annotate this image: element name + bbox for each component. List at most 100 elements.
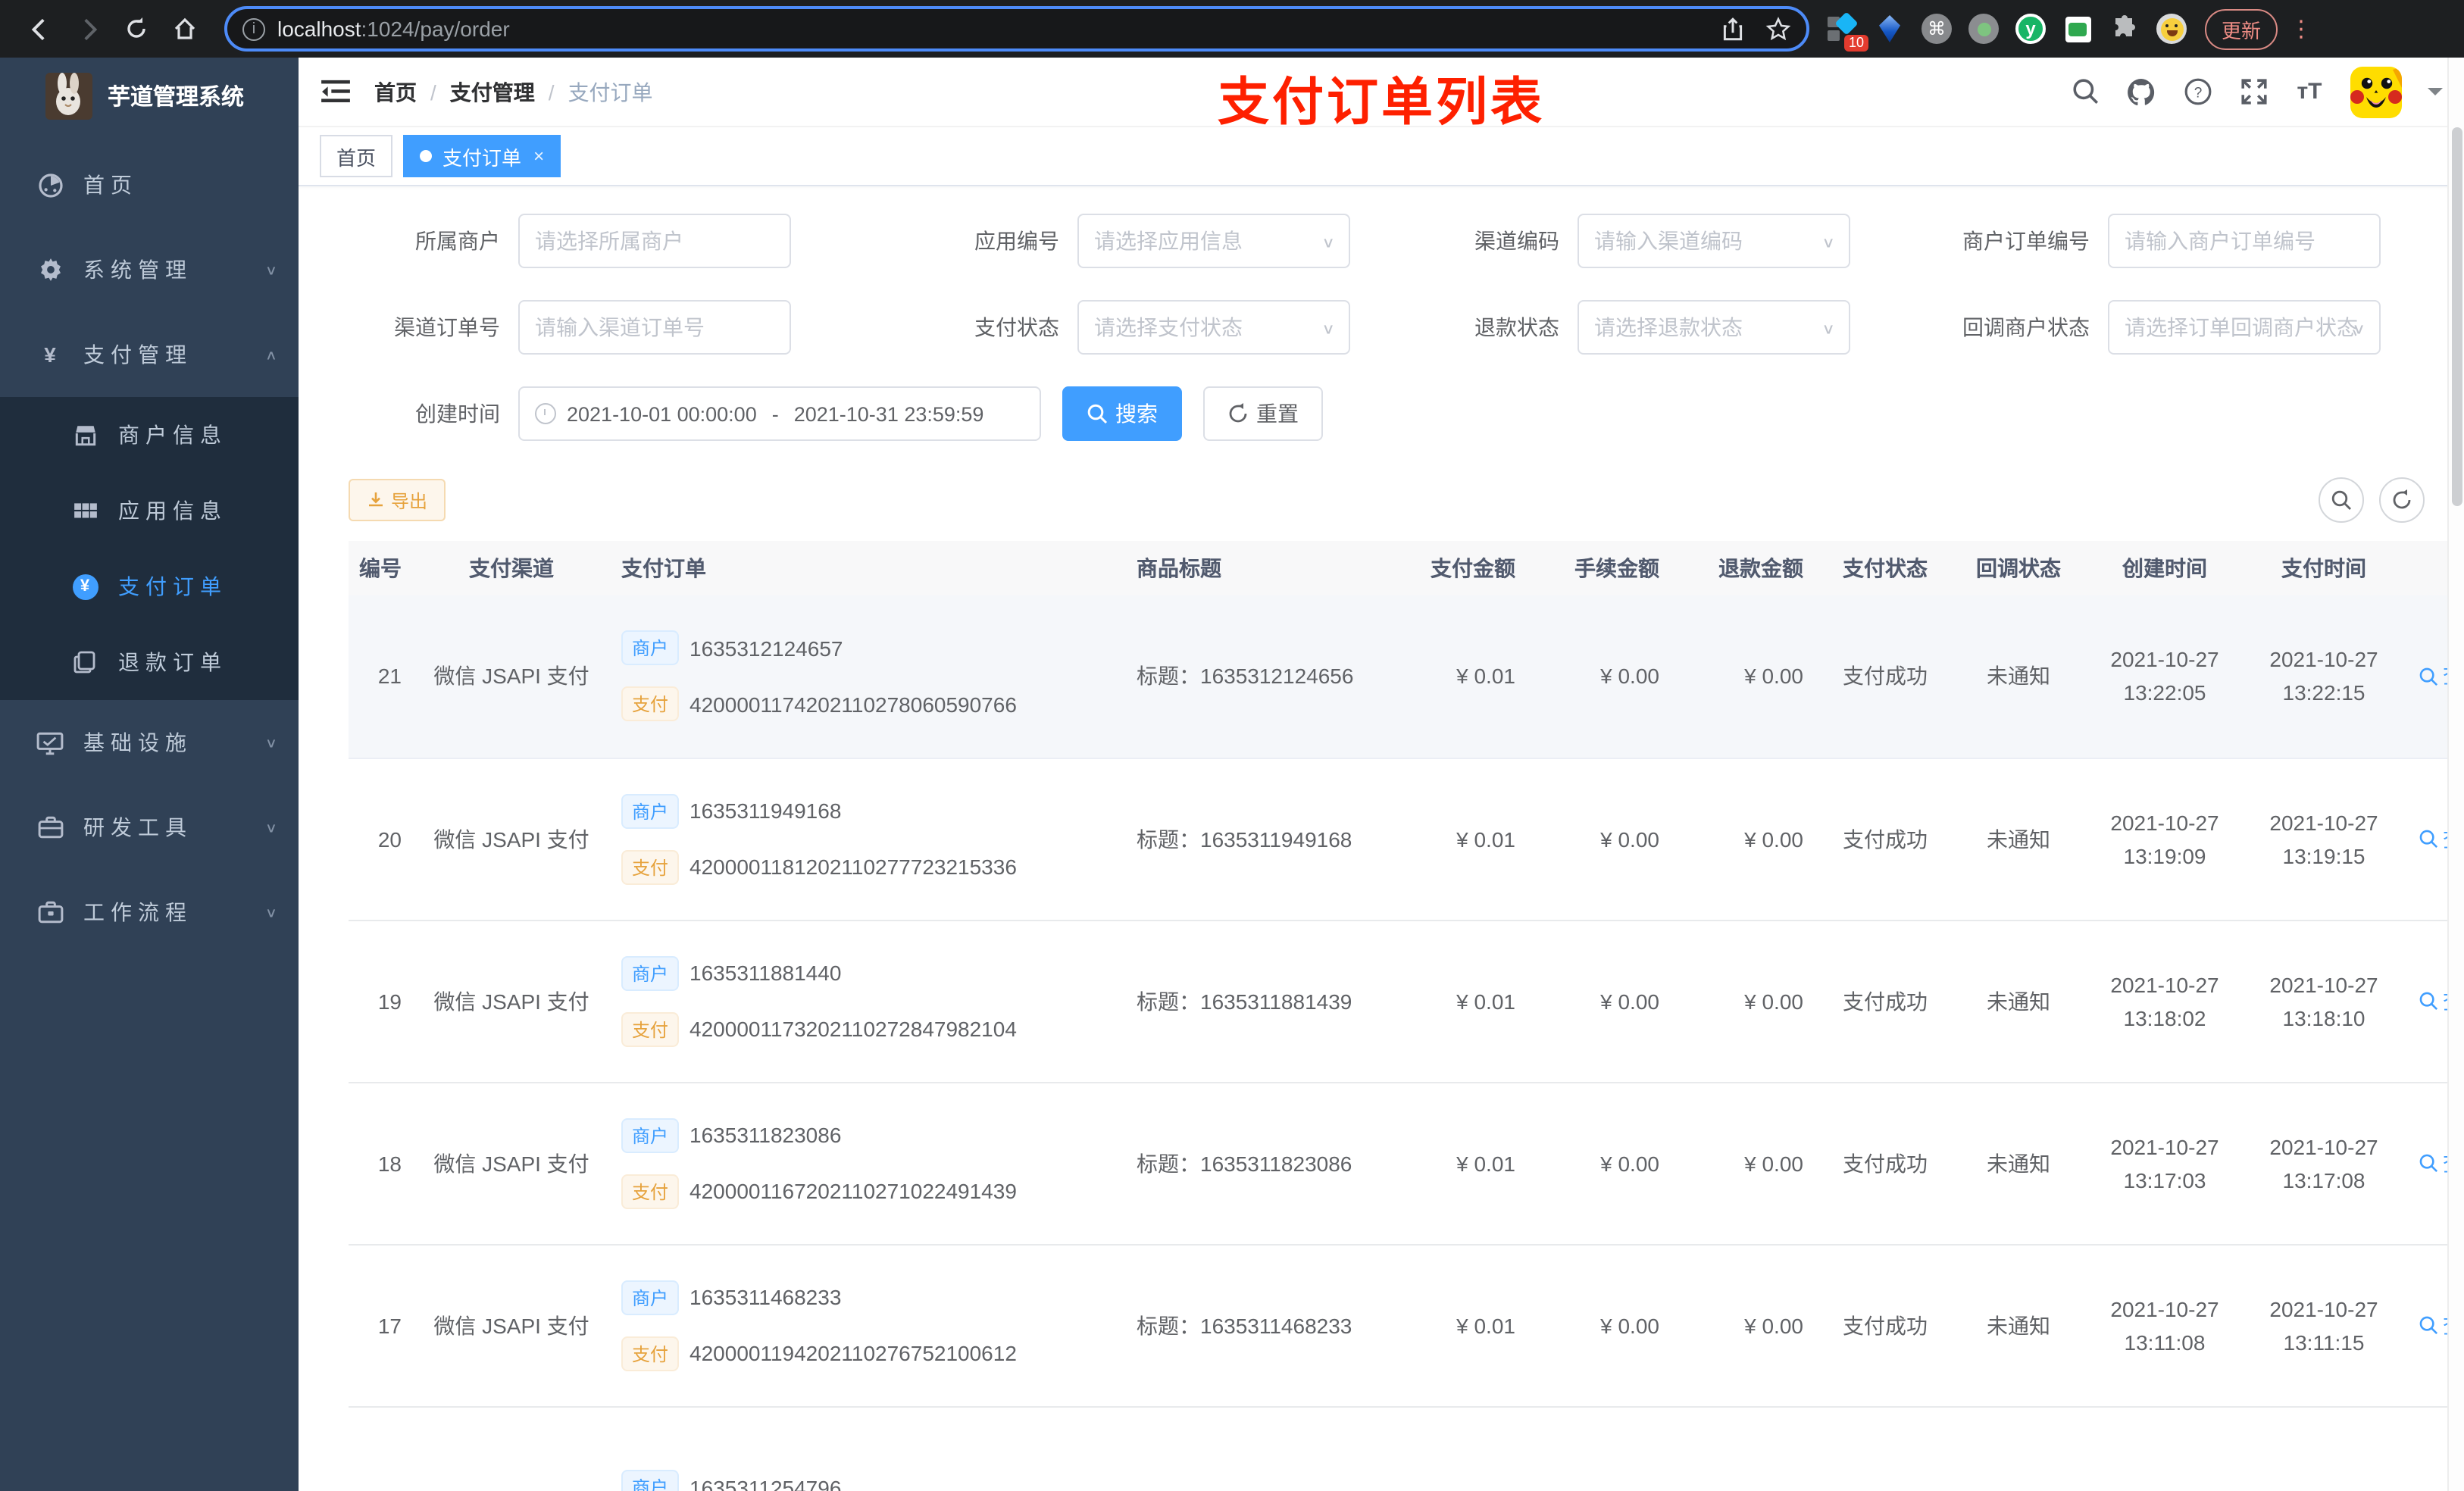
cell-channel: 微信 JSAPI 支付 [417, 1082, 606, 1245]
chevron-down-icon: ∨ [264, 821, 277, 836]
app-logo[interactable]: 芋道管理系统 [0, 58, 299, 133]
placeholder-text: 请选择应用信息 [1094, 229, 1243, 253]
search-button[interactable]: 搜索 [1062, 386, 1182, 441]
filter-group: 应用编号 请选择应用信息 ∨ [908, 214, 1408, 268]
select-filter[interactable]: 请选择支付状态 ∨ [1077, 300, 1350, 355]
browser-home-icon[interactable] [165, 9, 205, 48]
browser-profile-avatar[interactable] [2156, 14, 2187, 44]
breadcrumb-home[interactable]: 首页 [374, 77, 417, 107]
fullscreen-icon[interactable] [2238, 77, 2269, 107]
font-size-icon[interactable]: ᴛT [2294, 77, 2325, 107]
select-caret-icon: ∨ [1821, 233, 1835, 252]
browser-back-icon[interactable] [20, 9, 59, 48]
input-filter[interactable]: 请选择所属商户 [518, 214, 791, 268]
sidebar-item-payment[interactable]: ¥ 支付管理 ∧ [0, 312, 299, 397]
table-row: 20 微信 JSAPI 支付 商户 1635311949168 支付 42000011… [349, 758, 2464, 921]
tab-label: 首页 [336, 146, 377, 169]
tab-home[interactable]: 首页 [320, 135, 393, 177]
table-row: 19 微信 JSAPI 支付 商户 1635311881440 支付 42000011… [349, 920, 2464, 1083]
refresh-icon[interactable] [2379, 477, 2425, 523]
sidebar-item-label: 研发工具 [83, 815, 192, 839]
sidebar-item-merchant-info[interactable]: 商户信息 [0, 397, 299, 473]
sidebar-item-workflow[interactable]: 工作流程 ∨ [0, 870, 299, 955]
cell-refund: ¥ 0.00 [1674, 1082, 1818, 1245]
cell-id: 18 [349, 1082, 417, 1245]
browser-reload-icon[interactable] [117, 9, 156, 48]
extension-chat-icon[interactable] [2062, 14, 2093, 44]
cell-title: 标题：1635311949168 [1121, 758, 1387, 921]
select-filter[interactable]: 请选择订单回调商户状态 ∨ [2108, 300, 2381, 355]
user-menu-caret-icon[interactable] [2428, 87, 2443, 102]
help-icon[interactable]: ? [2182, 77, 2212, 107]
sidebar-item-home[interactable]: 首页 [0, 142, 299, 227]
browser-forward-icon[interactable] [68, 9, 108, 48]
extensions-puzzle-icon[interactable] [2109, 14, 2140, 44]
cell-refund: ¥ 0.00 [1674, 595, 1818, 758]
column-header: 回调状态 [1952, 541, 2085, 595]
sidebar-item-infrastructure[interactable]: 基础设施 ∨ [0, 700, 299, 785]
select-filter[interactable]: 请输入渠道编码 ∨ [1578, 214, 1850, 268]
cell-status: 支付成功 [1818, 920, 1952, 1083]
extension-kite-icon[interactable] [1875, 14, 1905, 44]
placeholder-text: 请输入渠道订单号 [535, 315, 705, 339]
cell-created: 2021-10-27 13:22:05 [2085, 595, 2244, 758]
select-filter[interactable]: 请选择应用信息 ∨ [1077, 214, 1350, 268]
tab-pay-order[interactable]: 支付订单 × [403, 135, 561, 177]
placeholder-text: 请选择退款状态 [1594, 315, 1743, 339]
app-title: 芋道管理系统 [108, 84, 245, 110]
breadcrumb-pay-manage[interactable]: 支付管理 [450, 77, 535, 107]
cell-amount: ¥ 0.01 [1387, 595, 1531, 758]
download-icon [367, 491, 385, 509]
merchant-order-no: 1635311949168 [689, 799, 842, 823]
cell-channel: 微信 JSAPI 支付 [417, 758, 606, 921]
bookmark-star-icon[interactable] [1765, 16, 1791, 42]
merchant-order-no: 1635311881440 [689, 961, 842, 985]
sidebar-item-system[interactable]: 系统管理 ∨ [0, 227, 299, 312]
extension-record-icon[interactable] [1968, 14, 1999, 44]
address-bar[interactable]: i localhost:1024/pay/order [224, 6, 1809, 52]
table-row-partial: 商户 1635311254796 [349, 1406, 2464, 1491]
filter-label: 支付状态 [974, 315, 1059, 339]
toggle-search-icon[interactable] [2319, 477, 2364, 523]
column-header: 创建时间 [2085, 541, 2244, 595]
sidebar-item-pay-order[interactable]: ¥ 支付订单 [0, 549, 299, 624]
select-filter[interactable]: 请选择退款状态 ∨ [1578, 300, 1850, 355]
cell-id: 21 [349, 595, 417, 758]
header-search-icon[interactable] [2070, 77, 2100, 107]
filter-label: 渠道订单号 [394, 315, 500, 339]
create-time-range-input[interactable]: 2021-10-01 00:00:00 - 2021-10-31 23:59:5… [518, 386, 1041, 441]
export-button[interactable]: 导出 [349, 479, 446, 521]
cell-refund: ¥ 0.00 [1674, 1244, 1818, 1407]
sidebar-fold-icon[interactable] [314, 70, 356, 113]
user-avatar[interactable] [2350, 66, 2402, 117]
cell-order-numbers: 商户 1635312124657 支付 4200001174202110278060… [606, 595, 1121, 758]
chevron-up-icon: ∧ [264, 348, 277, 363]
cell-fee: ¥ 0.00 [1531, 758, 1674, 921]
tab-close-icon[interactable]: × [533, 145, 544, 167]
scrollbar-thumb[interactable] [2452, 127, 2462, 506]
extension-y-icon[interactable]: y [2015, 14, 2046, 44]
browser-menu-icon[interactable]: ⋮ [2290, 17, 2312, 40]
share-icon[interactable] [1721, 16, 1744, 42]
site-info-icon[interactable]: i [242, 17, 265, 40]
cell-paid: 2021-10-27 13:19:15 [2244, 758, 2403, 921]
page-scrollbar[interactable] [2447, 58, 2464, 1491]
channel-order-no: 4200001194202110276752100612 [689, 1341, 1017, 1365]
github-icon[interactable] [2126, 77, 2156, 107]
sidebar-item-dev-tools[interactable]: 研发工具 ∨ [0, 785, 299, 870]
cell-fee: ¥ 0.00 [1531, 1082, 1674, 1245]
pay-tag: 支付 [621, 1336, 680, 1371]
cell-notify: 未通知 [1952, 758, 2085, 921]
browser-update-button[interactable]: 更新 [2205, 8, 2278, 49]
input-filter[interactable]: 请输入渠道订单号 [518, 300, 791, 355]
extension-command-icon[interactable]: ⌘ [1921, 14, 1952, 44]
sidebar-item-app-info[interactable]: 应用信息 [0, 473, 299, 549]
url-text: localhost:1024/pay/order [277, 17, 510, 41]
table-tools [2319, 477, 2425, 523]
extension-diamond-icon[interactable]: 10 [1828, 11, 1868, 52]
filter-row-1: 所属商户 请选择所属商户 应用编号 请选择应用信息 ∨ 渠道编码 请输入渠道编码 ∨ 商户订单编… [349, 214, 2464, 268]
reset-button[interactable]: 重置 [1203, 386, 1323, 441]
sidebar-item-refund-order[interactable]: 退款订单 [0, 624, 299, 700]
input-filter[interactable]: 请输入商户订单编号 [2108, 214, 2381, 268]
orders-table-wrap: 编号 支付渠道 支付订单 商品标题 支付金额 手续金额 退款金额 支付状态 回调状态 创建时间 支付… [349, 541, 2464, 1491]
